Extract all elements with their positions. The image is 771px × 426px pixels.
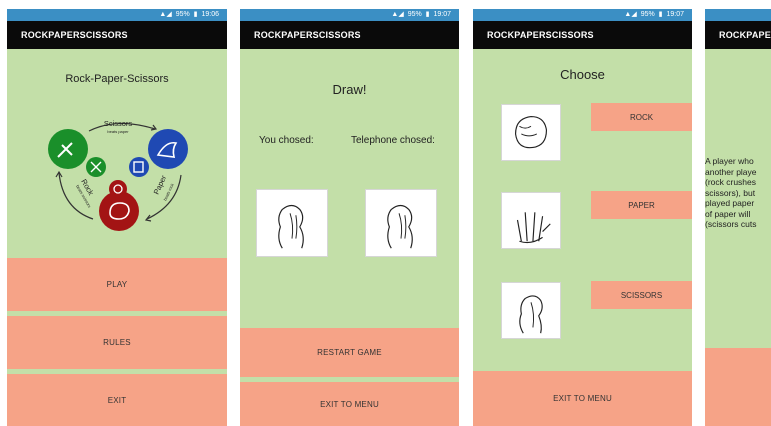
scissors-sublabel: beats paper [107,129,129,134]
app-title: ROCKPAPERSCISSORS [7,21,227,49]
telephone-chosed-label: Telephone chosed: [351,135,435,146]
scissors-label: Scissors [104,119,133,128]
rules-line: scissors), but [705,187,756,198]
status-bar: ▲◢ 95% ▮ 19:07 [473,9,692,21]
paper-image[interactable] [501,192,561,249]
page-title: Rock-Paper-Scissors [65,73,169,85]
rock-image[interactable] [501,104,561,161]
phone-choice-image [365,189,437,257]
paper-hand-icon [516,212,551,244]
rules-button[interactable]: RULES [7,316,227,369]
result-heading: Draw! [332,82,367,97]
battery-level: 95% [640,11,655,18]
scissors-circle [48,129,88,169]
play-button[interactable]: PLAY [7,258,227,311]
rules-line: another playe [705,166,757,177]
exit-to-menu-button[interactable]: EXIT TO MENU [240,382,459,426]
rules-back-button[interactable] [705,348,771,426]
scissors-hand-icon [278,204,304,249]
rock-hand-icon [514,115,548,149]
result-screen: ▲◢ 95% ▮ 19:07 ROCKPAPERSCISSORS Draw! Y… [240,9,459,426]
signal-icon: ▲◢ [159,11,172,18]
status-bar: ▲◢ 95% ▮ 19:06 [7,9,227,21]
small-paper-circle [129,157,149,177]
battery-icon: ▮ [658,11,663,18]
paper-circle [148,129,188,169]
battery-icon: ▮ [193,11,198,18]
scissors-hand-icon [519,295,543,334]
app-title: ROCKPAPERSCISSORS [705,21,771,49]
clock: 19:06 [201,11,219,18]
app-title: ROCKPAPERSCISSORS [473,21,692,49]
status-bar [705,9,771,21]
battery-level: 95% [175,11,190,18]
rules-line: played paper [705,198,755,208]
result-content: Draw! You chosed: Telephone chosed: REST… [240,49,459,426]
small-rock-circle [109,180,127,198]
signal-icon: ▲◢ [391,11,404,18]
main-menu-screen: ▲◢ 95% ▮ 19:06 ROCKPAPERSCISSORS Rock-Pa… [7,9,227,426]
choose-heading: Choose [560,67,605,82]
battery-icon: ▮ [425,11,430,18]
clock: 19:07 [666,11,684,18]
app-title: ROCKPAPERSCISSORS [240,21,459,49]
status-bar: ▲◢ 95% ▮ 19:07 [240,9,459,21]
player-choice-image [256,189,328,257]
rules-line: A player who [705,156,754,166]
rock-button[interactable]: ROCK [591,103,692,131]
choose-screen: ▲◢ 95% ▮ 19:07 ROCKPAPERSCISSORS Choose … [473,9,692,426]
rock-paper-scissors-diagram: Scissors beats paper Paper beats rock Ro… [48,119,188,231]
signal-icon: ▲◢ [624,11,637,18]
main-content: Rock-Paper-Scissors Scissors beats paper… [7,49,227,426]
paper-button[interactable]: PAPER [591,191,692,219]
rules-screen: ROCKPAPERSCISSORS A player who another p… [705,9,771,426]
scissors-image[interactable] [501,282,561,339]
scissors-button[interactable]: SCISSORS [591,281,692,309]
scissors-hand-icon [387,204,413,249]
battery-level: 95% [407,11,422,18]
rules-line: (scissors cuts [705,219,757,229]
exit-to-menu-button[interactable]: EXIT TO MENU [473,371,692,426]
choose-content: Choose ROCK PAPER SCISSORS EXIT TO MENU [473,49,692,426]
rules-line: (rock crushes [705,177,757,187]
clock: 19:07 [433,11,451,18]
rules-text: A player who another playe (rock crushes… [705,156,757,230]
rules-line: of paper will [705,208,751,219]
restart-game-button[interactable]: RESTART GAME [240,328,459,377]
exit-button[interactable]: EXIT [7,374,227,426]
rules-content: A player who another playe (rock crushes… [705,49,771,426]
you-chosed-label: You chosed: [259,135,314,146]
